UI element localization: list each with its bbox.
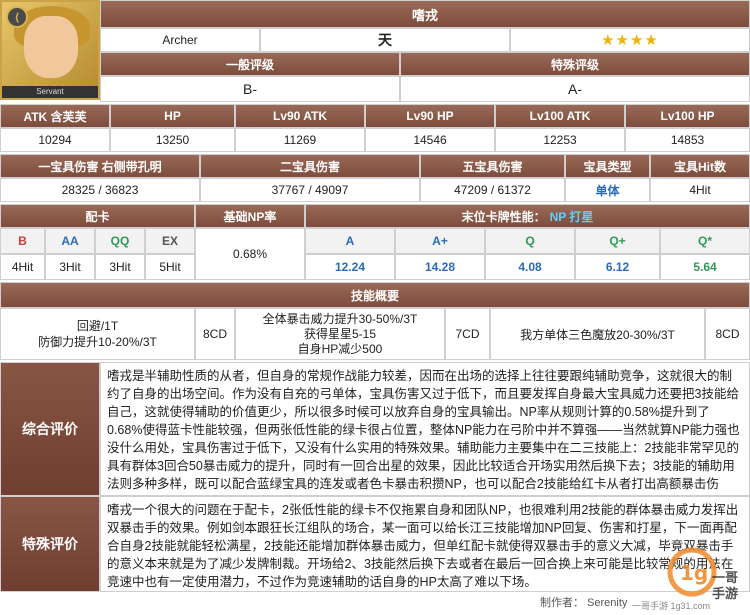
portrait-face <box>24 16 78 78</box>
np-hits: 4Hit <box>650 178 750 202</box>
card-letter-row: B AA QQ EX 0.68% A A+ Q Q+ Q* <box>0 228 750 280</box>
last-card-value: 6.12 <box>575 254 660 280</box>
site-watermark: 1g 一哥 手游 一哥手游 1g31.com <box>632 542 746 612</box>
stat-header: Lv100 HP <box>625 104 750 128</box>
special-rating: A- <box>400 76 750 102</box>
deck-card-hits: 4Hit <box>0 254 45 280</box>
servant-name: 嗜戎 <box>100 0 750 28</box>
np-rate: 0.68% <box>195 228 305 280</box>
special-rating-label: 特殊评级 <box>400 52 750 76</box>
card-header-row: 配卡 基础NP率 末位卡牌性能： NP 打星 <box>0 204 750 228</box>
deck-card-hits: 3Hit <box>45 254 95 280</box>
general-rating: B- <box>100 76 400 102</box>
np-header: 宝具Hit数 <box>650 154 750 178</box>
stats-value-row: 10294 13250 11269 14546 12253 14853 <box>0 128 750 152</box>
deck-card-letter: EX <box>145 228 195 254</box>
skill-3-cd: 8CD <box>705 308 750 360</box>
portrait-servant-label: Servant <box>2 86 98 98</box>
servant-attribute: 天 <box>260 28 510 52</box>
rarity-stars: ★★★★ <box>510 28 750 52</box>
last-card-value: 4.08 <box>485 254 575 280</box>
skill-desc-line: 自身HP减少500 <box>297 341 383 356</box>
stat-value: 11269 <box>235 128 365 152</box>
stat-header: Lv90 HP <box>365 104 495 128</box>
deck-card-letter: AA <box>45 228 95 254</box>
deck-card-letter: B <box>0 228 45 254</box>
last-card-letter: Q* <box>660 228 750 254</box>
card-value-row: 4Hit 3Hit 3Hit 5Hit 12.24 14.28 4.08 6.1… <box>0 254 750 280</box>
last-card-label: 末位卡牌性能： <box>461 209 546 224</box>
skill-desc-line: 回避/1T <box>76 319 119 333</box>
stat-value: 14853 <box>625 128 750 152</box>
np-header: 五宝具伤害 <box>420 154 565 178</box>
overall-eval-row: 综合评价 嗜戎是半辅助性质的从者，但自身的常规作战能力较差，因而在出场的选择上往… <box>0 362 750 496</box>
deck-card-hits: 3Hit <box>95 254 145 280</box>
last-card-letter: A <box>305 228 395 254</box>
general-rating-label: 一般评级 <box>100 52 400 76</box>
special-eval-label: 特殊评价 <box>0 496 100 592</box>
last-card-value: 14.28 <box>395 254 485 280</box>
stat-value: 10294 <box>0 128 110 152</box>
stat-header: Lv100 ATK <box>495 104 625 128</box>
stat-value: 14546 <box>365 128 495 152</box>
np-value: 47209 / 61372 <box>420 178 565 202</box>
archer-class-icon: ⟨ <box>6 6 28 28</box>
stats-header-row: ATK 含芙芙 HP Lv90 ATK Lv90 HP Lv100 ATK Lv… <box>0 104 750 128</box>
overall-eval-label: 综合评价 <box>0 362 100 496</box>
stat-value: 12253 <box>495 128 625 152</box>
deck-label: 配卡 <box>0 204 195 228</box>
skill-3-desc: 我方单体三色魔放20-30%/3T <box>490 308 705 360</box>
last-card-np: NP 打星 <box>549 209 594 224</box>
np-rate-label: 基础NP率 <box>195 204 305 228</box>
np-header: 宝具类型 <box>565 154 650 178</box>
special-eval-row: 特殊评价 嗜戎一个很大的问题在于配卡，2张低性能的绿卡不仅拖累自身和团队NP，也… <box>0 496 750 592</box>
stat-value: 13250 <box>110 128 235 152</box>
skill-desc-line: 全体暴击威力提升30-50%/3T <box>262 311 418 326</box>
np-value-row: 28325 / 36823 37767 / 49097 47209 / 6137… <box>0 178 750 202</box>
stat-header: HP <box>110 104 235 128</box>
skill-2-cd: 7CD <box>445 308 490 360</box>
servant-portrait: ⟨ ★★★★ Servant <box>0 0 100 100</box>
overall-eval-text: 嗜戎是半辅助性质的从者，但自身的常规作战能力较差，因而在出场的选择上往往要跟纯辅… <box>100 362 750 496</box>
skill-desc-line: 防御力提升10-20%/3T <box>38 335 157 349</box>
stat-header: Lv90 ATK <box>235 104 365 128</box>
np-header: 二宝具伤害 <box>200 154 420 178</box>
np-value: 28325 / 36823 <box>0 178 200 202</box>
np-header: 一宝具伤害 右侧带孔明 <box>0 154 200 178</box>
skill-desc-line: 获得星星5-15 <box>303 326 377 341</box>
special-eval-text: 嗜戎一个很大的问题在于配卡，2张低性能的绿卡不仅拖累自身和团队NP，也很难利用2… <box>100 496 750 592</box>
deck-card-hits: 5Hit <box>145 254 195 280</box>
skill-2-desc: 全体暴击威力提升30-50%/3T 获得星星5-15 自身HP减少500 <box>235 308 445 360</box>
last-card-letter: Q+ <box>575 228 660 254</box>
skills-label: 技能概要 <box>0 282 750 308</box>
stat-header: ATK 含芙芙 <box>0 104 110 128</box>
site-url: 一哥手游 1g31.com <box>632 601 711 611</box>
deck-card-letter: QQ <box>95 228 145 254</box>
maker-credit: 制作者： Serenity <box>540 597 628 609</box>
last-card-header: 末位卡牌性能： NP 打星 <box>305 204 750 228</box>
np-type: 单体 <box>565 178 650 202</box>
skill-1-cd: 8CD <box>195 308 235 360</box>
last-card-value: 12.24 <box>305 254 395 280</box>
last-card-letter: A+ <box>395 228 485 254</box>
np-header-row: 一宝具伤害 右侧带孔明 二宝具伤害 五宝具伤害 宝具类型 宝具Hit数 <box>0 154 750 178</box>
skill-1-desc: 回避/1T 防御力提升10-20%/3T <box>0 308 195 360</box>
last-card-letter: Q <box>485 228 575 254</box>
svg-text:一哥: 一哥 <box>712 570 738 586</box>
servant-class: Archer <box>100 28 260 52</box>
svg-text:手游: 手游 <box>712 586 738 602</box>
last-card-value: 5.64 <box>660 254 750 280</box>
svg-text:1g: 1g <box>680 561 708 585</box>
skills-row: 回避/1T 防御力提升10-20%/3T 8CD 全体暴击威力提升30-50%/… <box>0 308 750 360</box>
np-value: 37767 / 49097 <box>200 178 420 202</box>
